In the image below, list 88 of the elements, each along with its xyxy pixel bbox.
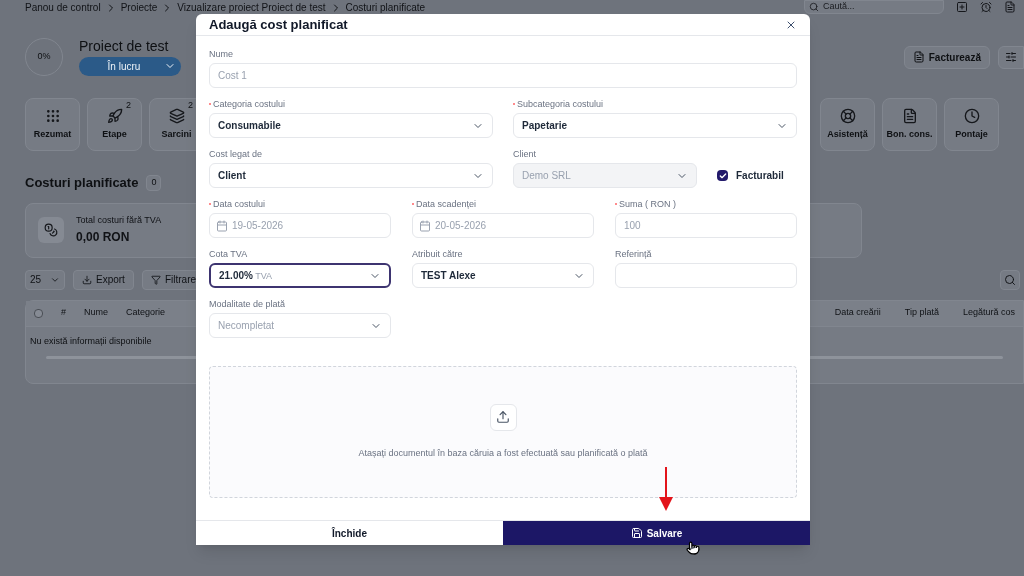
project-title: Proiect de test <box>79 38 170 53</box>
module-tile[interactable]: Asistență <box>820 98 875 151</box>
dots-grid-icon <box>44 107 61 124</box>
lifebuoy-icon <box>839 107 856 124</box>
search-field[interactable]: Caută... <box>804 0 944 14</box>
column-header[interactable]: Data creării <box>834 306 881 320</box>
tile-label: Rezumat <box>33 127 72 141</box>
field-label: Data scadenței <box>412 198 594 210</box>
layers-icon <box>168 107 185 124</box>
column-header[interactable]: Legătură cos <box>962 306 1015 320</box>
filter-icon <box>150 274 161 285</box>
select-field[interactable]: Consumabile <box>209 113 493 138</box>
select-field[interactable]: Papetarie <box>513 113 797 138</box>
status-dropdown[interactable]: În lucru <box>79 56 181 76</box>
summary-amount: 0,00 RON <box>76 228 131 246</box>
calendar-icon <box>419 219 431 232</box>
date-field[interactable]: 20-05-2026 <box>412 213 594 238</box>
tile-label: Sarcini <box>161 127 192 141</box>
column-header[interactable]: Nume <box>84 306 109 320</box>
breadcrumb-link[interactable]: Vizualizare proiect Proiect de test <box>177 3 326 13</box>
tile-label: Bon. cons. <box>886 127 933 141</box>
breadcrumb-link[interactable]: Panou de control <box>25 3 101 13</box>
column-header[interactable]: Tip plată <box>904 306 939 320</box>
date-field[interactable]: 19-05-2026 <box>209 213 391 238</box>
add-icon[interactable] <box>956 1 968 13</box>
billable-checkbox[interactable]: Facturabil <box>717 163 784 188</box>
document-icon[interactable] <box>1004 1 1016 13</box>
hand-cursor-icon <box>686 540 700 556</box>
module-tile[interactable]: Pontaje <box>944 98 999 151</box>
close-button[interactable]: Închide <box>196 521 503 545</box>
column-header[interactable]: Categorie <box>126 306 166 320</box>
field-label: Modalitate de plată <box>209 298 287 310</box>
calendar-icon <box>216 219 228 232</box>
select-field[interactable]: 21.00% TVA <box>209 263 391 288</box>
upload-icon <box>489 403 517 431</box>
field-label: Subcategoria costului <box>513 98 797 110</box>
search-button[interactable] <box>1000 269 1020 290</box>
coins-icon <box>38 217 64 243</box>
invoice-button[interactable]: Facturează <box>903 45 990 69</box>
field-label: Data costului <box>209 198 391 210</box>
document-icon <box>912 51 925 63</box>
module-tile[interactable]: Rezumat <box>25 98 80 151</box>
save-button[interactable]: Salvare <box>503 521 810 545</box>
upload-hint: Atașați documentul în baza căruia a fost efectuată sau planificată o plată <box>358 446 648 460</box>
field-label: Client <box>513 148 537 160</box>
rocket-icon <box>106 107 123 124</box>
settings-button[interactable] <box>998 45 1024 69</box>
tile-count: 2 <box>126 99 131 112</box>
arrow-icon <box>659 467 673 511</box>
field-label: Suma ( RON ) <box>615 198 797 210</box>
select-field[interactable]: Client <box>209 163 493 188</box>
tile-label: Etape <box>102 127 127 141</box>
select-field[interactable]: Necompletat <box>209 313 391 338</box>
text-field[interactable] <box>615 263 797 288</box>
dialog-title: Adaugă cost planificat <box>209 15 348 34</box>
field-label: Cost legat de <box>209 148 264 160</box>
page-size-select[interactable]: 25 <box>25 269 65 290</box>
select-field[interactable]: TEST Alexe <box>412 263 594 288</box>
upload-dropzone[interactable]: Atașați documentul în baza căruia a fost efectuată sau planificată o plată <box>209 366 797 498</box>
summary-label: Total costuri fără TVA <box>76 214 162 228</box>
search-icon <box>1004 273 1016 286</box>
field-label: Cota TVA <box>209 248 249 260</box>
module-tile[interactable]: Bon. cons. <box>882 98 937 151</box>
field-label: Categoria costului <box>209 98 493 110</box>
download-icon <box>82 274 92 285</box>
select-all-checkbox[interactable] <box>34 308 43 318</box>
text-field[interactable]: Cost 1 <box>209 63 797 88</box>
document-icon <box>901 107 918 124</box>
alarm-clock-icon[interactable] <box>980 1 992 13</box>
export-button[interactable]: Export <box>73 269 134 290</box>
text-field[interactable]: 100 <box>615 213 797 238</box>
check-icon <box>718 171 727 180</box>
breadcrumb-link[interactable]: Proiecte <box>120 3 158 13</box>
field-label: Nume <box>209 48 234 60</box>
search-icon <box>809 2 819 12</box>
sliders-icon <box>1005 51 1017 63</box>
tile-count: 2 <box>188 99 193 112</box>
tile-label: Asistență <box>827 127 868 141</box>
field-label: Atribuit către <box>412 248 464 260</box>
breadcrumb-link[interactable]: Costuri planificate <box>345 3 426 13</box>
column-header[interactable]: # <box>61 306 66 320</box>
module-tile[interactable]: Etape 2 <box>87 98 142 151</box>
section-title: Costuri planificate <box>25 174 139 192</box>
count-badge: 0 <box>146 175 162 191</box>
tile-label: Pontaje <box>955 127 988 141</box>
field-label: Referință <box>615 248 653 260</box>
empty-message: Nu există informații disponibile <box>29 334 153 348</box>
clock-icon <box>963 107 980 124</box>
